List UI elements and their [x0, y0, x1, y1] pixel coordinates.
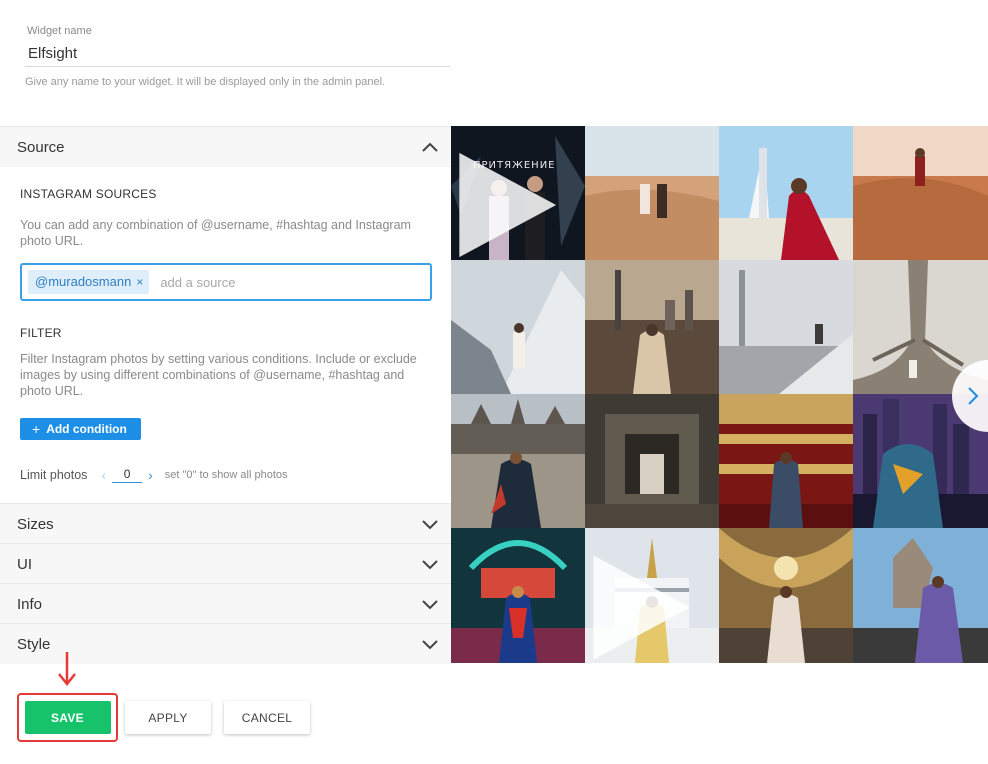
ui-panel-title: UI [17, 555, 32, 573]
source-input-placeholder[interactable]: add a source [160, 275, 235, 290]
photo-tile[interactable] [719, 528, 853, 663]
instagram-sources-title: INSTAGRAM SOURCES [20, 187, 157, 201]
save-highlight: SAVE [17, 693, 118, 742]
add-condition-button[interactable]: + Add condition [20, 418, 141, 440]
info-panel[interactable]: Info [0, 583, 451, 624]
chevron-up-icon[interactable] [421, 138, 439, 156]
save-button[interactable]: SAVE [24, 701, 111, 734]
chevron-down-icon[interactable] [421, 595, 439, 613]
source-input[interactable]: @muradosmann × add a source [20, 263, 432, 301]
ui-panel[interactable]: UI [0, 543, 451, 584]
photo-tile[interactable] [585, 394, 719, 528]
widget-name-block: Widget name Elfsight Give any name to yo… [25, 25, 450, 88]
source-tag: @muradosmann × [28, 270, 150, 294]
photo-tile[interactable] [585, 260, 719, 394]
filter-help: Filter Instagram photos by setting vario… [20, 352, 417, 398]
limit-photos-help: set "0" to show all photos [164, 469, 288, 481]
photo-tile[interactable] [853, 126, 988, 260]
chevron-left-icon[interactable]: ‹ [101, 467, 106, 483]
limit-photos-label: Limit photos [20, 468, 88, 482]
apply-button[interactable]: APPLY [125, 701, 211, 734]
source-panel-header[interactable]: Source [0, 127, 451, 167]
source-panel-body: INSTAGRAM SOURCES You can add any combin… [0, 167, 451, 504]
photo-tile[interactable] [719, 260, 853, 394]
sizes-panel[interactable]: Sizes [0, 503, 451, 544]
photo-tile[interactable] [451, 528, 585, 663]
settings-panel: Widget name Elfsight Give any name to yo… [0, 0, 451, 764]
play-icon [459, 152, 557, 258]
limit-photos-row: Limit photos ‹ 0 › set "0" to show all p… [20, 467, 288, 483]
style-panel-title: Style [17, 635, 51, 653]
widget-name-input[interactable]: Elfsight [25, 45, 450, 67]
source-tag-label: @muradosmann [35, 274, 132, 289]
source-panel: Source INSTAGRAM SOURCES You can add any… [0, 126, 451, 504]
photo-tile[interactable] [719, 126, 853, 260]
photo-tile[interactable] [853, 528, 988, 663]
sizes-panel-title: Sizes [17, 515, 54, 533]
add-condition-label: Add condition [46, 422, 127, 436]
limit-photos-input[interactable]: 0 [112, 467, 143, 483]
chevron-down-icon[interactable] [421, 635, 439, 653]
chevron-right-icon [968, 387, 979, 405]
widget-name-label: Widget name [27, 25, 92, 37]
instagram-photo-grid: ПРИТЯЖЕНИЕ [451, 126, 988, 663]
plus-icon: + [32, 421, 41, 437]
chevron-down-icon[interactable] [421, 555, 439, 573]
chevron-down-icon[interactable] [421, 515, 439, 533]
chevron-right-icon[interactable]: › [148, 467, 153, 483]
sizes-panel-header[interactable]: Sizes [0, 504, 451, 544]
photo-tile[interactable] [719, 394, 853, 528]
info-panel-title: Info [17, 595, 43, 613]
source-panel-title: Source [17, 138, 65, 156]
info-panel-header[interactable]: Info [0, 584, 451, 624]
cancel-button[interactable]: CANCEL [224, 701, 310, 734]
photo-tile[interactable] [585, 126, 719, 260]
photo-tile[interactable]: ПРИТЯЖЕНИЕ [451, 126, 585, 260]
photo-tile[interactable] [451, 394, 585, 528]
arrow-down-icon [58, 652, 76, 687]
ui-panel-header[interactable]: UI [0, 544, 451, 584]
play-icon [593, 555, 691, 660]
widget-name-help: Give any name to your widget. It will be… [25, 76, 386, 88]
filter-title: FILTER [20, 326, 62, 340]
close-icon[interactable]: × [136, 270, 143, 294]
photo-tile[interactable] [585, 528, 719, 663]
action-buttons: SAVE APPLY CANCEL [17, 693, 310, 742]
instagram-sources-help: You can add any combination of @username… [20, 218, 411, 248]
photo-tile[interactable] [451, 260, 585, 394]
